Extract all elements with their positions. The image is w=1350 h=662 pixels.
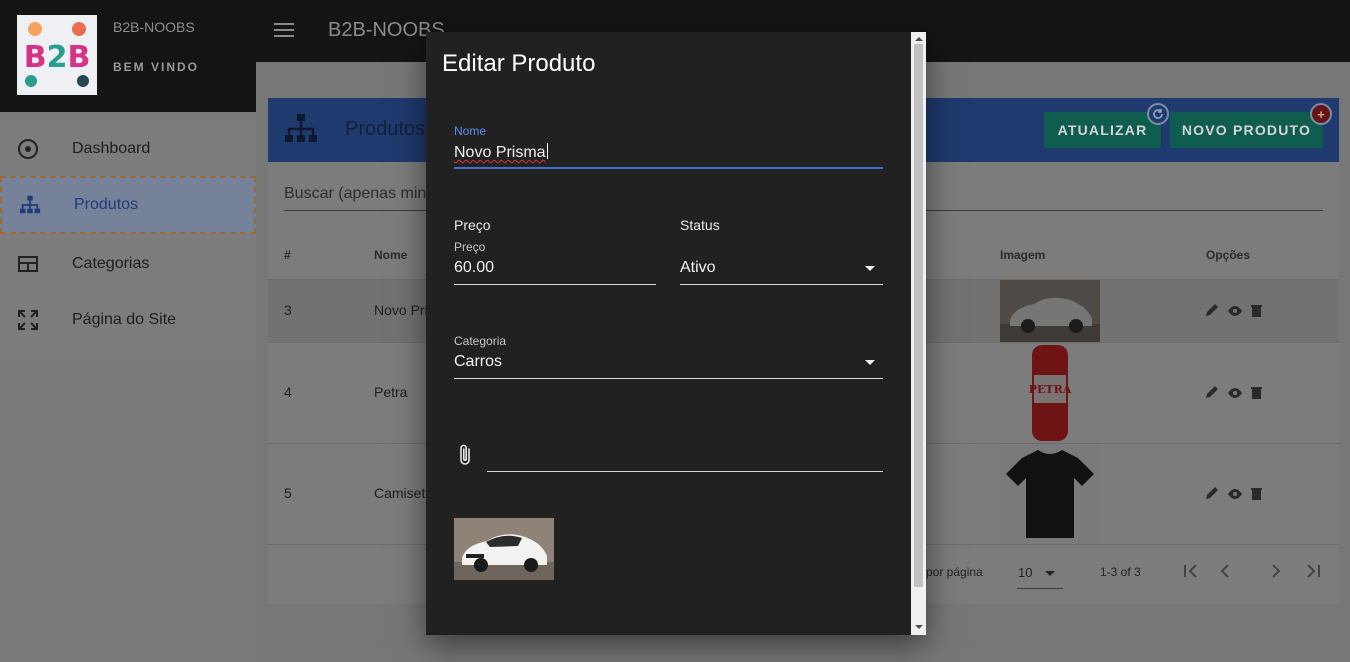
delete-icon[interactable] — [1251, 304, 1262, 322]
menu-icon[interactable] — [274, 21, 294, 39]
products-title: Produtos — [345, 118, 426, 140]
nome-field[interactable]: Novo Prisma — [454, 143, 548, 162]
sidebar-item-label: Dashboard — [72, 140, 151, 157]
sitemap-icon — [19, 194, 41, 216]
welcome-text: BEM VINDO — [113, 60, 200, 74]
brand-logo: B2B — [17, 15, 97, 95]
chevron-down-icon[interactable] — [1045, 571, 1055, 576]
delete-icon[interactable] — [1251, 386, 1262, 404]
select-underline — [1017, 588, 1063, 589]
column-header-opcoes: Opções — [1206, 248, 1251, 262]
status-underline — [680, 284, 883, 285]
row-id: 5 — [284, 485, 292, 501]
table-icon — [17, 253, 39, 275]
sidebar-item-produtos[interactable]: Produtos — [0, 176, 256, 234]
dialog-scrollbar[interactable] — [911, 32, 926, 635]
sidebar-item-pagina-do-site[interactable]: Página do Site — [0, 291, 256, 349]
edit-icon[interactable] — [1205, 486, 1219, 505]
last-page-icon[interactable] — [1305, 564, 1321, 583]
search-input[interactable]: Buscar (apenas min — [284, 185, 426, 203]
scroll-up-icon[interactable] — [915, 37, 923, 41]
categoria-select[interactable]: Carros — [454, 353, 502, 371]
column-header-imagem[interactable]: Imagem — [1000, 248, 1045, 262]
status-section-label: Status — [680, 217, 720, 233]
product-image-tshirt — [1000, 444, 1100, 544]
row-id: 4 — [284, 384, 292, 400]
categoria-underline — [454, 378, 883, 379]
row-options — [1205, 486, 1262, 505]
dashboard-icon — [17, 138, 39, 160]
status-select[interactable]: Ativo — [680, 259, 716, 277]
plus-icon[interactable]: + — [1310, 103, 1332, 125]
expand-icon — [17, 309, 39, 331]
edit-icon[interactable] — [1205, 303, 1219, 322]
nome-value: Novo Prisma — [454, 144, 546, 161]
edit-product-dialog: Editar Produto Nome Novo Prisma Preço St… — [426, 32, 926, 635]
text-cursor — [546, 143, 548, 159]
column-header-id: # — [284, 248, 291, 262]
dialog-title: Editar Produto — [442, 50, 596, 77]
nome-underline — [454, 167, 883, 169]
refresh-button[interactable]: ATUALIZAR — [1044, 112, 1161, 148]
petra-can-text: PETRA — [1029, 383, 1072, 396]
rows-per-page-select[interactable]: 10 — [1018, 565, 1032, 580]
preco-label: Preço — [454, 240, 486, 254]
edit-icon[interactable] — [1205, 385, 1219, 404]
sidebar-item-label: Categorias — [72, 255, 150, 272]
view-icon[interactable] — [1227, 386, 1243, 404]
product-image-car — [1000, 280, 1100, 342]
sidebar-item-categorias[interactable]: Categorias — [0, 235, 256, 293]
brand-name: B2B-NOOBS — [113, 19, 195, 35]
chevron-down-icon[interactable] — [865, 266, 875, 271]
next-page-icon[interactable] — [1271, 564, 1281, 583]
row-options — [1205, 385, 1262, 404]
new-product-button[interactable]: NOVO PRODUTO — [1170, 112, 1323, 148]
row-name: Petra — [374, 384, 408, 400]
rows-per-page-label: por página — [926, 565, 983, 579]
sidebar-header: B2B B2B-NOOBS BEM VINDO — [0, 0, 256, 112]
preco-underline — [454, 284, 656, 285]
row-id: 3 — [284, 302, 292, 318]
sidebar-item-label: Página do Site — [72, 311, 177, 328]
view-icon[interactable] — [1227, 304, 1243, 322]
refresh-icon[interactable] — [1147, 103, 1169, 125]
scroll-down-icon[interactable] — [915, 625, 923, 629]
product-image-preview — [454, 518, 554, 580]
file-input[interactable] — [487, 471, 883, 472]
categoria-label: Categoria — [454, 334, 507, 348]
column-header-nome[interactable]: Nome — [374, 248, 407, 262]
sidebar-nav: Dashboard Produtos Categorias Página do … — [0, 120, 256, 356]
chevron-down-icon[interactable] — [865, 360, 875, 365]
delete-icon[interactable] — [1251, 487, 1262, 505]
row-name: Camiset — [374, 485, 426, 501]
scrollbar-thumb[interactable] — [914, 44, 923, 587]
view-icon[interactable] — [1227, 487, 1243, 505]
pagination-range: 1-3 of 3 — [1100, 565, 1141, 579]
product-image-petra: PETRA — [1000, 343, 1100, 443]
nome-label: Nome — [454, 124, 487, 138]
preco-field[interactable]: 60.00 — [454, 259, 494, 277]
row-name: Novo Pri — [374, 302, 428, 318]
sidebar-item-label: Produtos — [74, 196, 139, 213]
row-options — [1205, 303, 1262, 322]
sitemap-icon — [284, 113, 318, 150]
sidebar-item-dashboard[interactable]: Dashboard — [0, 120, 256, 178]
previous-page-icon[interactable] — [1220, 564, 1230, 583]
svg-text:B2B: B2B — [24, 40, 91, 75]
preco-section-label: Preço — [454, 217, 491, 233]
paperclip-icon[interactable] — [458, 443, 472, 472]
first-page-icon[interactable] — [1183, 564, 1199, 583]
